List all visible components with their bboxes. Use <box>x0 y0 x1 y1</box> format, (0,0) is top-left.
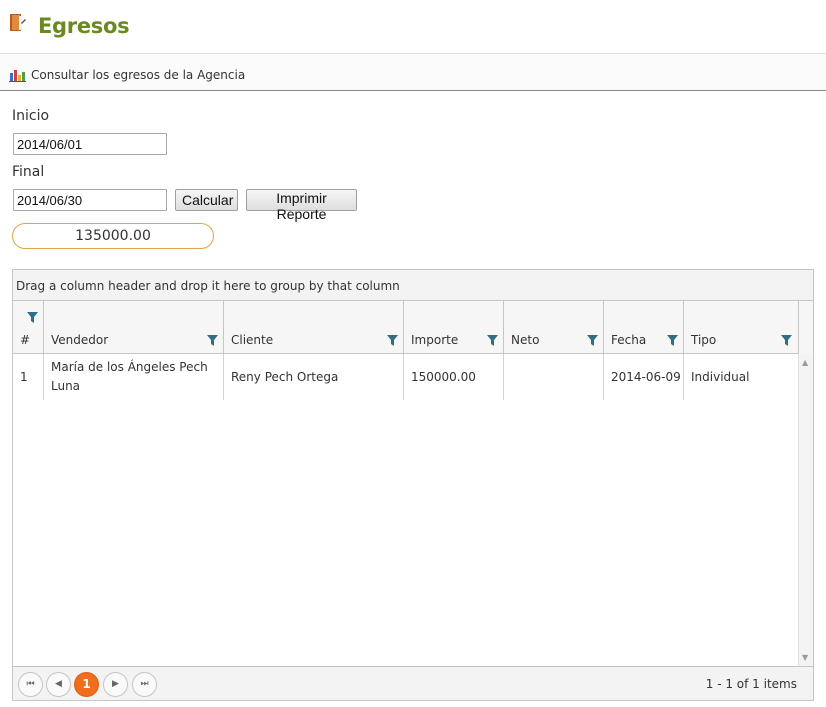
scrollbar-header-spacer <box>798 301 813 354</box>
table-row[interactable]: 1 María de los Ángeles Pech Luna Reny Pe… <box>13 354 798 400</box>
column-header-tipo[interactable]: Tipo <box>684 301 798 354</box>
pager-info: 1 - 1 of 1 items <box>705 677 797 691</box>
column-header-cliente[interactable]: Cliente <box>224 301 404 354</box>
imprimir-reporte-button[interactable]: Imprimir Reporte <box>246 189 357 222</box>
scroll-down-icon[interactable]: ▼ <box>802 653 808 662</box>
next-page-icon[interactable]: ▶ <box>103 672 128 697</box>
cell-text: Reny Pech Ortega <box>231 370 339 384</box>
egresos-grid: Drag a column header and drop it here to… <box>12 269 814 701</box>
grid-pager: ⏮ ◀ 1 ▶ ⏭ 1 - 1 of 1 items <box>13 666 813 700</box>
page-header: Egresos <box>0 0 826 54</box>
cell-number: 1 <box>13 354 44 400</box>
cell-neto <box>504 354 604 400</box>
section-subbar: Consultar los egresos de la Agencia <box>0 55 826 91</box>
first-page-icon[interactable]: ⏮ <box>18 672 43 697</box>
filter-icon[interactable] <box>587 335 598 346</box>
inicio-label: Inicio <box>12 108 50 124</box>
cell-text: Individual <box>691 370 750 384</box>
column-header-importe[interactable]: Importe <box>404 301 504 354</box>
filter-icon[interactable] <box>667 335 678 346</box>
filter-icon[interactable] <box>781 335 792 346</box>
subbar-label: Consultar los egresos de la Agencia <box>31 68 246 82</box>
column-header-label: Fecha <box>611 333 647 347</box>
total-display: 135000.00 <box>12 223 214 249</box>
column-header-label: Cliente <box>231 333 274 347</box>
column-header-label: Tipo <box>691 333 717 347</box>
column-header-label: Vendedor <box>51 333 109 347</box>
vertical-scrollbar[interactable]: ▲ ▼ <box>798 354 813 666</box>
filter-icon[interactable] <box>27 312 38 323</box>
column-header-vendedor[interactable]: Vendedor <box>44 301 224 354</box>
filter-icon[interactable] <box>207 335 218 346</box>
calcular-button[interactable]: Calcular <box>175 189 238 211</box>
grid-header: # Vendedor Cliente Importe Neto Fecha Ti… <box>13 301 813 354</box>
page-title: Egresos <box>38 14 130 38</box>
inicio-date-input[interactable] <box>13 133 167 155</box>
column-header-label: Neto <box>511 333 540 347</box>
book-icon <box>10 14 26 32</box>
last-page-icon[interactable]: ⏭ <box>132 672 157 697</box>
group-drop-area[interactable]: Drag a column header and drop it here to… <box>13 270 813 301</box>
filter-icon[interactable] <box>487 335 498 346</box>
cell-importe: 150000.00 <box>404 354 504 400</box>
cell-tipo: Individual <box>684 354 798 400</box>
cell-cliente: Reny Pech Ortega <box>224 354 404 400</box>
bar-chart-icon <box>9 67 26 82</box>
column-header-label: Importe <box>411 333 459 347</box>
filter-icon[interactable] <box>387 335 398 346</box>
cell-text: Luna <box>51 379 81 393</box>
column-header-neto[interactable]: Neto <box>504 301 604 354</box>
grid-body: 1 María de los Ángeles Pech Luna Reny Pe… <box>13 354 798 666</box>
page-button-current[interactable]: 1 <box>74 672 99 697</box>
cell-text: 150000.00 <box>411 370 476 384</box>
cell-text: 2014-06-09 <box>611 370 681 384</box>
final-date-input[interactable] <box>13 189 167 211</box>
cell-text: 1 <box>20 370 28 384</box>
cell-fecha: 2014-06-09 <box>604 354 684 400</box>
prev-page-icon[interactable]: ◀ <box>46 672 71 697</box>
column-header-number[interactable]: # <box>13 301 44 354</box>
cell-vendedor: María de los Ángeles Pech Luna <box>44 354 224 400</box>
final-label: Final <box>12 164 45 180</box>
scroll-up-icon[interactable]: ▲ <box>802 358 808 367</box>
column-header-fecha[interactable]: Fecha <box>604 301 684 354</box>
column-header-label: # <box>20 333 31 347</box>
cell-text: María de los Ángeles Pech <box>51 360 208 374</box>
